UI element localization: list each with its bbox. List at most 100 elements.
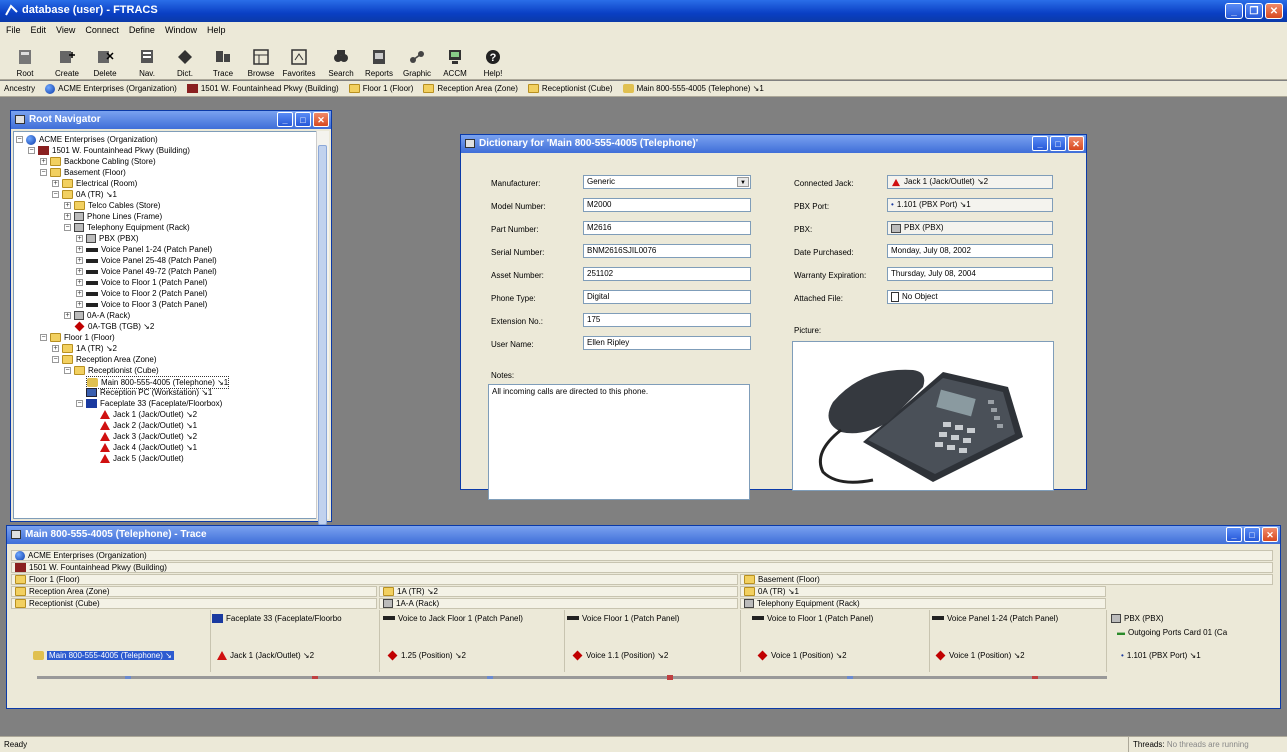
menu-file[interactable]: File bbox=[6, 22, 21, 38]
trace-parent-patch-panel[interactable]: Voice Panel 1-24 (Patch Panel) bbox=[932, 612, 1104, 624]
trace-tr1a-row[interactable]: 1A (TR) ↘2 bbox=[379, 586, 738, 597]
scrollbar-thumb[interactable] bbox=[318, 145, 327, 525]
menu-window[interactable]: Window bbox=[165, 22, 197, 38]
navigator-tree[interactable]: − ACME Enterprises (Organization) −1501 W… bbox=[13, 131, 317, 519]
tree-item[interactable]: + Backbone Cabling (Store) bbox=[40, 156, 156, 167]
root-button[interactable]: Root bbox=[6, 38, 44, 78]
dictionary-close-button[interactable]: ✕ bbox=[1068, 136, 1084, 151]
help-button[interactable]: ? Help! bbox=[474, 38, 512, 78]
tree-item[interactable]: + Voice Panel 1-24 (Patch Panel) bbox=[76, 244, 212, 255]
navigator-scrollbar[interactable] bbox=[316, 131, 329, 525]
root-navigator-window[interactable]: Root Navigator _ □ ✕ − ACME Enterprises (… bbox=[10, 110, 332, 525]
tree-item[interactable]: Jack 5 (Jack/Outlet) bbox=[100, 453, 184, 464]
collapse-toggle[interactable]: − bbox=[64, 367, 71, 374]
tree-item[interactable]: + Voice Panel 25-48 (Patch Panel) bbox=[76, 255, 217, 266]
trace-pbx-card[interactable]: ▬ Outgoing Ports Card 01 (Ca bbox=[1117, 626, 1273, 638]
tree-item[interactable]: + Voice to Floor 1 (Patch Panel) bbox=[76, 277, 207, 288]
menu-connect[interactable]: Connect bbox=[85, 22, 119, 38]
trace-parent-faceplate[interactable]: Faceplate 33 (Faceplate/Floorbo bbox=[212, 612, 377, 624]
trace-maximize-button[interactable]: □ bbox=[1244, 527, 1260, 542]
tree-item[interactable]: + Voice Panel 49-72 (Patch Panel) bbox=[76, 266, 217, 277]
tree-item[interactable]: − Reception Area (Zone) bbox=[52, 354, 157, 365]
tree-item[interactable]: 0A-TGB (TGB) ↘2 bbox=[74, 321, 154, 332]
trace-basement-row[interactable]: Basement (Floor) bbox=[740, 574, 1273, 585]
dictionary-titlebar[interactable]: Dictionary for 'Main 800-555-4005 (Telep… bbox=[461, 135, 1086, 153]
trace-minimize-button[interactable]: _ bbox=[1226, 527, 1242, 542]
tree-item[interactable]: +1A (TR) ↘2 bbox=[52, 343, 117, 354]
trace-titlebar[interactable]: Main 800-555-4005 (Telephone) - Trace _ … bbox=[7, 526, 1280, 544]
expand-toggle[interactable]: + bbox=[76, 246, 83, 253]
collapse-toggle[interactable]: − bbox=[76, 400, 83, 407]
browse-button[interactable]: Browse bbox=[242, 38, 280, 78]
phone-type-field[interactable]: Digital bbox=[583, 290, 751, 304]
trace-item-position[interactable]: Voice 1 (Position) ↘2 bbox=[935, 649, 1103, 661]
phone-picture[interactable] bbox=[792, 341, 1054, 491]
asset-number-field[interactable]: 251102 bbox=[583, 267, 751, 281]
favorites-button[interactable]: Favorites bbox=[280, 38, 318, 78]
cable-marker[interactable] bbox=[125, 676, 131, 679]
navigator-button[interactable]: Nav. bbox=[128, 38, 166, 78]
tree-item[interactable]: Jack 3 (Jack/Outlet) ↘2 bbox=[100, 431, 197, 442]
collapse-toggle[interactable]: − bbox=[40, 334, 47, 341]
collapse-toggle[interactable]: − bbox=[52, 191, 59, 198]
cable-marker[interactable] bbox=[487, 676, 493, 679]
ancestry-item-building[interactable]: 1501 W. Fountainhead Pkwy (Building) bbox=[186, 84, 339, 93]
expand-toggle[interactable]: + bbox=[76, 279, 83, 286]
trace-close-button[interactable]: ✕ bbox=[1262, 527, 1278, 542]
trace-cube-row[interactable]: Receptionist (Cube) bbox=[11, 598, 377, 609]
trace-tr0a-row[interactable]: 0A (TR) ↘1 bbox=[740, 586, 1106, 597]
user-name-field[interactable]: Ellen Ripley bbox=[583, 336, 751, 350]
accm-button[interactable]: ACCM bbox=[436, 38, 474, 78]
trace-org-row[interactable]: ACME Enterprises (Organization) bbox=[11, 550, 1273, 561]
tree-item[interactable]: Jack 2 (Jack/Outlet) ↘1 bbox=[100, 420, 197, 431]
expand-toggle[interactable]: + bbox=[52, 345, 59, 352]
model-number-field[interactable]: M2000 bbox=[583, 198, 751, 212]
date-purchased-field[interactable]: Monday, July 08, 2002 bbox=[887, 244, 1053, 258]
tree-item[interactable]: − 0A (TR) ↘1 bbox=[52, 189, 117, 200]
ancestry-item-telephone[interactable]: Main 800-555-4005 (Telephone) ↘1 bbox=[622, 84, 764, 93]
navigator-titlebar[interactable]: Root Navigator _ □ ✕ bbox=[11, 111, 331, 129]
expand-toggle[interactable]: + bbox=[76, 290, 83, 297]
trace-zone-row[interactable]: Reception Area (Zone) bbox=[11, 586, 377, 597]
search-button[interactable]: Search bbox=[322, 38, 360, 78]
tree-item[interactable]: + Telco Cables (Store) bbox=[64, 200, 160, 211]
trace-rack1a-row[interactable]: 1A-A (Rack) bbox=[379, 598, 738, 609]
dictionary-minimize-button[interactable]: _ bbox=[1032, 136, 1048, 151]
menu-edit[interactable]: Edit bbox=[31, 22, 47, 38]
attached-file-field[interactable]: No Object bbox=[887, 290, 1053, 304]
delete-button[interactable]: Delete bbox=[86, 38, 124, 78]
expand-toggle[interactable]: + bbox=[76, 235, 83, 242]
trace-building-row[interactable]: 1501 W. Fountainhead Pkwy (Building) bbox=[11, 562, 1273, 573]
cable-marker[interactable] bbox=[667, 675, 673, 680]
menu-define[interactable]: Define bbox=[129, 22, 155, 38]
tree-item[interactable]: Jack 1 (Jack/Outlet) ↘2 bbox=[100, 409, 197, 420]
maximize-button[interactable]: ❐ bbox=[1245, 3, 1263, 19]
trace-item-pbx-port[interactable]: • 1.101 (PBX Port) ↘1 bbox=[1121, 649, 1271, 661]
expand-toggle[interactable]: + bbox=[76, 257, 83, 264]
expand-toggle[interactable]: + bbox=[40, 158, 47, 165]
menu-view[interactable]: View bbox=[56, 22, 75, 38]
pbx-port-field[interactable]: • 1.101 (PBX Port) ↘1 bbox=[887, 198, 1053, 212]
tree-item[interactable]: − Telephony Equipment (Rack) bbox=[64, 222, 190, 233]
tree-item[interactable]: + Phone Lines (Frame) bbox=[64, 211, 162, 222]
dictionary-window[interactable]: Dictionary for 'Main 800-555-4005 (Telep… bbox=[460, 134, 1087, 500]
cable-marker[interactable] bbox=[1032, 676, 1038, 679]
tree-item[interactable]: − Receptionist (Cube) bbox=[64, 365, 159, 376]
navigator-close-button[interactable]: ✕ bbox=[313, 112, 329, 127]
tree-item[interactable]: − Basement (Floor) bbox=[40, 167, 126, 178]
cable-marker[interactable] bbox=[312, 676, 318, 679]
trace-rack-tel-row[interactable]: Telephony Equipment (Rack) bbox=[740, 598, 1106, 609]
collapse-toggle[interactable]: − bbox=[16, 136, 23, 143]
trace-parent-patch-panel[interactable]: Voice Floor 1 (Patch Panel) bbox=[567, 612, 737, 624]
collapse-toggle[interactable]: − bbox=[52, 356, 59, 363]
graphic-button[interactable]: Graphic bbox=[398, 38, 436, 78]
part-number-field[interactable]: M2616 bbox=[583, 221, 751, 235]
tree-item[interactable]: +0A-A (Rack) bbox=[64, 310, 130, 321]
expand-toggle[interactable]: + bbox=[64, 202, 71, 209]
menu-help[interactable]: Help bbox=[207, 22, 226, 38]
tree-item[interactable]: − Floor 1 (Floor) bbox=[40, 332, 115, 343]
pbx-field[interactable]: PBX (PBX) bbox=[887, 221, 1053, 235]
dictionary-button[interactable]: Dict. bbox=[166, 38, 204, 78]
trace-floor1-row[interactable]: Floor 1 (Floor) bbox=[11, 574, 738, 585]
trace-item-position[interactable]: 1.25 (Position) ↘2 bbox=[387, 649, 562, 661]
